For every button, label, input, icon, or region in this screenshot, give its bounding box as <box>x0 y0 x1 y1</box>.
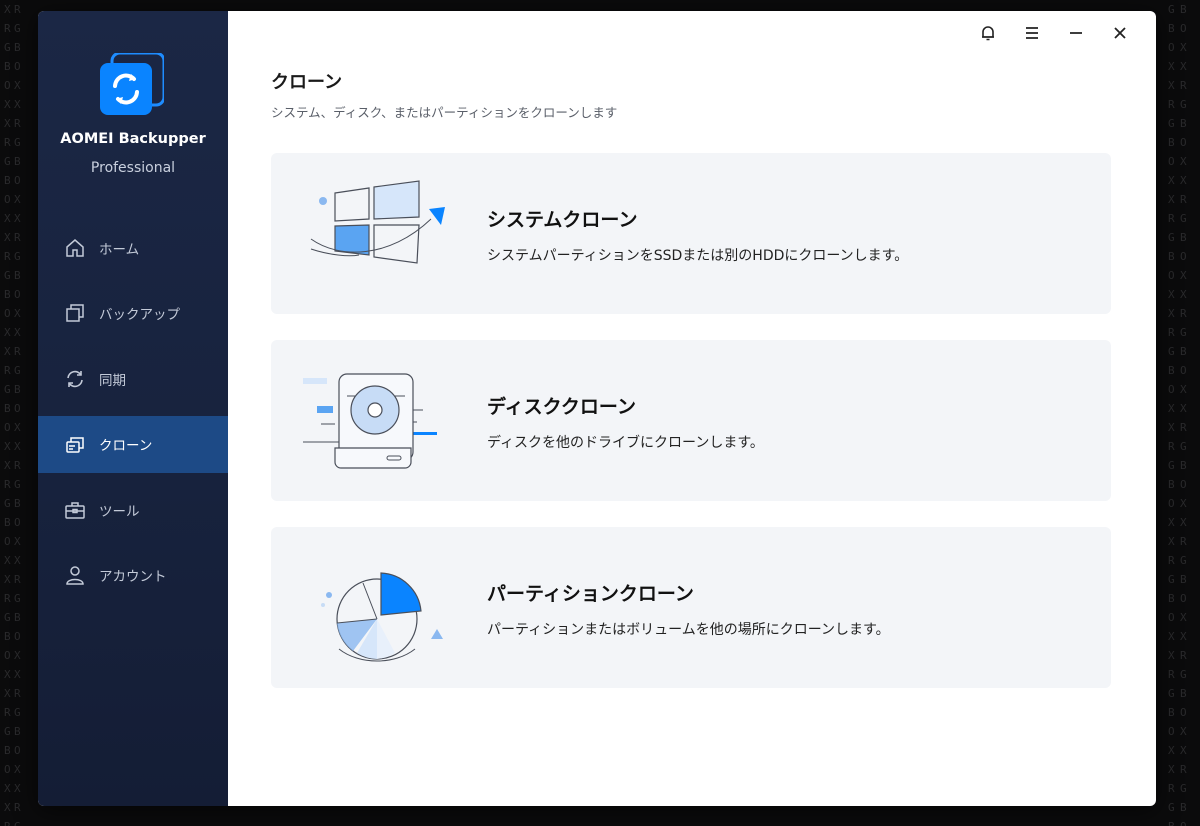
close-button[interactable] <box>1098 21 1142 45</box>
backup-icon <box>66 304 84 322</box>
page-title: クローン <box>271 72 343 93</box>
sidebar-item-label: クローン <box>99 438 153 455</box>
sidebar-item-backup[interactable]: バックアップ <box>38 285 228 342</box>
app-logo-icon <box>100 53 164 115</box>
disk-illustration-icon <box>303 373 437 469</box>
sidebar-item-clone[interactable]: クローン <box>38 415 228 473</box>
page-subtitle: システム、ディスク、またはパーティションをクローンします <box>271 105 618 120</box>
partition-clone-card[interactable]: パーティションクローン パーティションまたはボリュームを他の場所にクローンします… <box>271 527 1111 688</box>
app-name: AOMEI Backupper <box>60 131 206 147</box>
sidebar: AOMEI Backupper Professional ホーム バックアップ … <box>38 11 228 806</box>
titlebar-controls <box>966 21 1142 45</box>
clone-icon <box>66 437 84 454</box>
minimize-button[interactable] <box>1054 21 1098 45</box>
close-icon <box>1114 27 1126 39</box>
card-description: ディスクを他のドライブにクローンします。 <box>487 435 764 451</box>
sidebar-item-label: バックアップ <box>99 307 180 324</box>
minimize-icon <box>1070 32 1082 34</box>
app-edition: Professional <box>90 160 176 176</box>
card-title: ディスククローン <box>487 396 636 418</box>
toolbox-icon <box>65 502 85 519</box>
sync-icon <box>67 370 83 387</box>
system-clone-card[interactable]: システムクローン システムパーティションをSSDまたは別のHDDにクローンします… <box>271 153 1111 314</box>
home-icon <box>66 238 84 257</box>
sidebar-item-sync[interactable]: 同期 <box>38 350 228 407</box>
card-title: システムクローン <box>487 209 638 231</box>
sidebar-item-label: ツール <box>99 503 140 520</box>
partition-pie-illustration-icon <box>321 572 443 662</box>
menu-icon <box>1026 27 1038 39</box>
sidebar-item-account[interactable]: アカウント <box>38 547 228 604</box>
disk-clone-card[interactable]: ディスククローン ディスクを他のドライブにクローンします。 <box>271 340 1111 501</box>
sidebar-item-label: 同期 <box>99 372 126 389</box>
card-description: パーティションまたはボリュームを他の場所にクローンします。 <box>487 622 890 638</box>
sidebar-item-tools[interactable]: ツール <box>38 481 228 538</box>
sidebar-item-label: アカウント <box>99 569 167 586</box>
sidebar-item-home[interactable]: ホーム <box>38 219 228 276</box>
notifications-button[interactable] <box>966 21 1010 45</box>
menu-button[interactable] <box>1010 21 1054 45</box>
sidebar-item-label: ホーム <box>99 241 140 258</box>
app-window: AOMEI Backupper Professional ホーム バックアップ … <box>38 11 1156 806</box>
bell-icon <box>982 26 994 41</box>
sidebar-nav: ホーム バックアップ 同期 クローン ツール アカウント <box>38 219 228 613</box>
windows-illustration-icon <box>310 180 445 264</box>
user-icon <box>66 566 84 586</box>
card-title: パーティションクローン <box>487 583 694 605</box>
card-description: システムパーティションをSSDまたは別のHDDにクローンします。 <box>487 248 909 264</box>
